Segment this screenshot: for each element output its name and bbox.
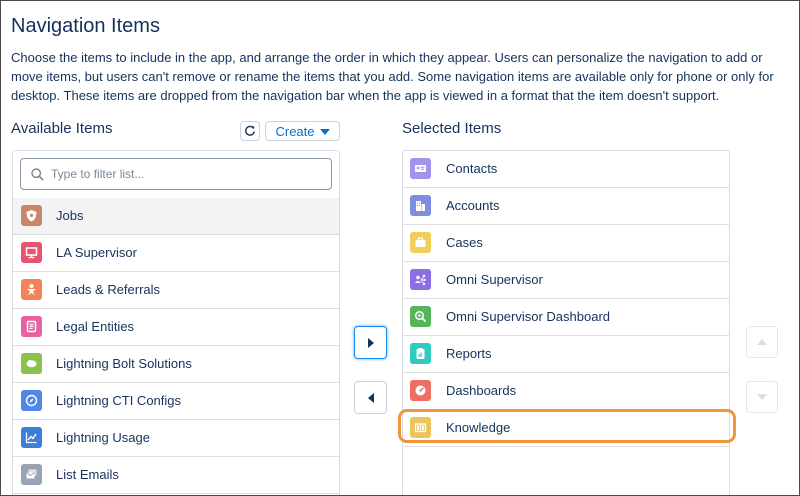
available-items-list[interactable]: Type to filter list... Jobs LA Superviso… bbox=[12, 150, 340, 495]
available-item-lightning-bolt-solutions[interactable]: Lightning Bolt Solutions bbox=[13, 346, 339, 383]
selected-item-omni-supervisor-dashboard[interactable]: Omni Supervisor Dashboard bbox=[403, 299, 729, 336]
people-network-icon bbox=[410, 269, 431, 290]
compass-icon bbox=[21, 390, 42, 411]
arrow-down-icon bbox=[757, 394, 767, 400]
selected-item-contacts[interactable]: Contacts bbox=[403, 151, 729, 188]
emails-icon bbox=[21, 464, 42, 485]
arrow-left-icon bbox=[367, 392, 374, 403]
item-label: Leads & Referrals bbox=[56, 282, 161, 297]
selected-item-knowledge[interactable]: Knowledge bbox=[403, 410, 729, 447]
book-icon bbox=[410, 417, 431, 438]
selected-item-omni-supervisor[interactable]: Omni Supervisor bbox=[403, 262, 729, 299]
item-label: Omni Supervisor Dashboard bbox=[446, 309, 611, 324]
item-label: LA Supervisor bbox=[56, 245, 137, 260]
create-button-label: Create bbox=[275, 123, 315, 139]
document-icon bbox=[21, 316, 42, 337]
search-placeholder: Type to filter list... bbox=[51, 167, 145, 181]
item-label: Contacts bbox=[446, 161, 498, 176]
search-icon bbox=[31, 168, 44, 181]
item-label: Lightning Usage bbox=[56, 430, 150, 445]
item-label: Omni Supervisor bbox=[446, 272, 543, 287]
move-up-button[interactable] bbox=[746, 326, 778, 358]
item-label: Reports bbox=[446, 346, 492, 361]
item-label: Dashboards bbox=[446, 383, 517, 398]
report-icon bbox=[410, 343, 431, 364]
selected-items-list[interactable]: Contacts Accounts Cases Omni Supervisor … bbox=[402, 150, 730, 495]
available-item-lightning-usage[interactable]: Lightning Usage bbox=[13, 420, 339, 457]
item-label: Lightning Bolt Solutions bbox=[56, 356, 192, 371]
page-title: Navigation Items bbox=[11, 15, 160, 37]
item-label: Lightning CTI Configs bbox=[56, 393, 182, 408]
gauge-icon bbox=[410, 380, 431, 401]
refresh-icon bbox=[245, 125, 255, 136]
page-description: Choose the items to include in the app, … bbox=[11, 50, 774, 103]
available-item-jobs[interactable]: Jobs bbox=[13, 198, 339, 235]
navigation-items-panel: Navigation Items Choose the items to inc… bbox=[0, 0, 800, 496]
monitor-icon bbox=[21, 242, 42, 263]
remove-from-selected-button[interactable] bbox=[354, 381, 387, 414]
selected-item-accounts[interactable]: Accounts bbox=[403, 188, 729, 225]
briefcase-icon bbox=[410, 232, 431, 253]
contact-card-icon bbox=[410, 158, 431, 179]
add-to-selected-button[interactable] bbox=[354, 326, 387, 359]
filter-search-input[interactable]: Type to filter list... bbox=[20, 158, 332, 190]
arrow-up-icon bbox=[757, 339, 767, 345]
line-chart-icon bbox=[21, 427, 42, 448]
available-item-legal-entities[interactable]: Legal Entities bbox=[13, 309, 339, 346]
selected-items-title: Selected Items bbox=[402, 120, 502, 137]
cloud-icon bbox=[21, 353, 42, 374]
item-label: Jobs bbox=[56, 208, 84, 223]
item-label: Cases bbox=[446, 235, 483, 250]
selected-item-reports[interactable]: Reports bbox=[403, 336, 729, 373]
available-item-lightning-cti-configs[interactable]: Lightning CTI Configs bbox=[13, 383, 339, 420]
available-item-la-supervisor[interactable]: LA Supervisor bbox=[13, 235, 339, 272]
person-star-icon bbox=[21, 279, 42, 300]
arrow-right-icon bbox=[367, 337, 374, 348]
shield-icon bbox=[21, 205, 42, 226]
item-label: List Emails bbox=[56, 467, 119, 482]
available-item-leads-referrals[interactable]: Leads & Referrals bbox=[13, 272, 339, 309]
create-button[interactable]: Create bbox=[265, 121, 340, 141]
available-items-title: Available Items bbox=[11, 120, 113, 137]
available-item-list-emails[interactable]: List Emails bbox=[13, 457, 339, 494]
move-down-button[interactable] bbox=[746, 381, 778, 413]
item-label: Legal Entities bbox=[56, 319, 135, 334]
selected-item-dashboards[interactable]: Dashboards bbox=[403, 373, 729, 410]
refresh-button[interactable] bbox=[240, 121, 260, 141]
chevron-down-icon bbox=[319, 128, 330, 135]
magnify-plus-icon bbox=[410, 306, 431, 327]
item-label: Accounts bbox=[446, 198, 500, 213]
item-label: Knowledge bbox=[446, 420, 511, 435]
selected-item-cases[interactable]: Cases bbox=[403, 225, 729, 262]
building-icon bbox=[410, 195, 431, 216]
